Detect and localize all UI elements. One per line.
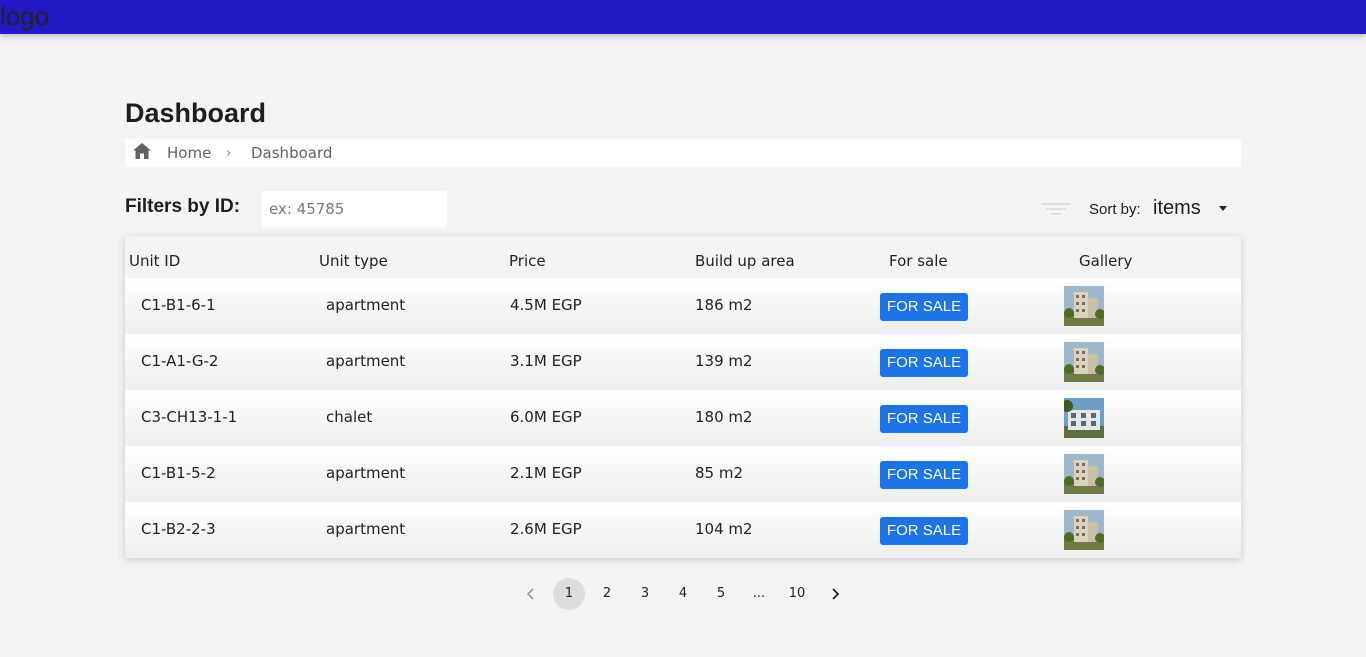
table-row[interactable]: C3-CH13-1-1 chalet 6.0M EGP 180 m2 FOR S… bbox=[125, 390, 1241, 446]
unit-id-cell: C1-A1-G-2 bbox=[141, 352, 219, 370]
building-photo-icon[interactable] bbox=[1064, 454, 1104, 494]
area-cell: 186 m2 bbox=[695, 296, 753, 314]
page-button-1[interactable]: 1 bbox=[553, 578, 585, 610]
page-button-4[interactable]: 4 bbox=[667, 578, 699, 610]
for-sale-badge[interactable]: FOR SALE bbox=[880, 461, 968, 489]
table-row[interactable]: C1-B2-2-3 apartment 2.6M EGP 104 m2 FOR … bbox=[125, 502, 1241, 558]
for-sale-badge[interactable]: FOR SALE bbox=[880, 517, 968, 545]
for-sale-badge[interactable]: FOR SALE bbox=[880, 293, 968, 321]
sort-lines-icon[interactable] bbox=[1041, 202, 1071, 216]
building-photo-icon[interactable] bbox=[1064, 286, 1104, 326]
chalet-photo-icon[interactable] bbox=[1064, 398, 1104, 438]
chevron-left-icon[interactable] bbox=[524, 587, 538, 601]
price-cell: 3.1M EGP bbox=[510, 352, 582, 370]
table-header: Unit ID Unit type Price Build up area Fo… bbox=[125, 236, 1241, 278]
filter-id-input[interactable] bbox=[261, 191, 447, 227]
price-cell: 2.6M EGP bbox=[510, 520, 582, 538]
for-sale-badge[interactable]: FOR SALE bbox=[880, 405, 968, 433]
unit-type-cell: apartment bbox=[326, 464, 406, 482]
unit-type-cell: apartment bbox=[326, 520, 406, 538]
for-sale-badge[interactable]: FOR SALE bbox=[880, 349, 968, 377]
unit-id-cell: C1-B1-6-1 bbox=[141, 296, 216, 314]
unit-type-cell: apartment bbox=[326, 296, 406, 314]
page-button-10[interactable]: 10 bbox=[781, 578, 813, 610]
logo[interactable]: logo bbox=[0, 1, 49, 31]
column-header-unit-id: Unit ID bbox=[129, 252, 181, 270]
unit-id-cell: C1-B1-5-2 bbox=[141, 464, 216, 482]
top-app-bar: logo bbox=[0, 0, 1366, 34]
caret-down-icon[interactable] bbox=[1219, 206, 1227, 211]
page-ellipsis: ... bbox=[752, 586, 766, 601]
sort-label: Sort by: bbox=[1089, 201, 1141, 218]
breadcrumb-separator: › bbox=[226, 146, 232, 161]
column-header-price: Price bbox=[509, 252, 546, 270]
home-icon[interactable] bbox=[133, 143, 151, 159]
price-cell: 6.0M EGP bbox=[510, 408, 582, 426]
unit-type-cell: chalet bbox=[326, 408, 373, 426]
breadcrumb-home-link[interactable]: Home bbox=[167, 143, 211, 163]
building-photo-icon[interactable] bbox=[1064, 342, 1104, 382]
units-table: Unit ID Unit type Price Build up area Fo… bbox=[125, 236, 1241, 558]
area-cell: 104 m2 bbox=[695, 520, 753, 538]
page-button-5[interactable]: 5 bbox=[705, 578, 737, 610]
breadcrumb: Home › Dashboard bbox=[125, 139, 1241, 167]
sort-select-value[interactable]: items bbox=[1153, 197, 1201, 220]
column-header-unit-type: Unit type bbox=[319, 252, 388, 270]
unit-id-cell: C3-CH13-1-1 bbox=[141, 408, 238, 426]
breadcrumb-current: Dashboard bbox=[251, 144, 333, 162]
area-cell: 180 m2 bbox=[695, 408, 753, 426]
table-row[interactable]: C1-B1-5-2 apartment 2.1M EGP 85 m2 FOR S… bbox=[125, 446, 1241, 502]
column-header-build-up-area: Build up area bbox=[695, 252, 795, 270]
pagination: 1 2 3 4 5 ... 10 bbox=[512, 578, 852, 610]
page-button-3[interactable]: 3 bbox=[629, 578, 661, 610]
price-cell: 2.1M EGP bbox=[510, 464, 582, 482]
filter-label: Filters by ID: bbox=[125, 196, 241, 217]
table-row[interactable]: C1-A1-G-2 apartment 3.1M EGP 139 m2 FOR … bbox=[125, 334, 1241, 390]
page-title: Dashboard bbox=[125, 98, 267, 128]
price-cell: 4.5M EGP bbox=[510, 296, 582, 314]
unit-type-cell: apartment bbox=[326, 352, 406, 370]
building-photo-icon[interactable] bbox=[1064, 510, 1104, 550]
chevron-right-icon[interactable] bbox=[828, 587, 842, 601]
column-header-for-sale: For sale bbox=[889, 252, 948, 270]
area-cell: 85 m2 bbox=[695, 464, 744, 482]
area-cell: 139 m2 bbox=[695, 352, 753, 370]
unit-id-cell: C1-B2-2-3 bbox=[141, 520, 216, 538]
table-row[interactable]: C1-B1-6-1 apartment 4.5M EGP 186 m2 FOR … bbox=[125, 278, 1241, 334]
page-button-2[interactable]: 2 bbox=[591, 578, 623, 610]
column-header-gallery: Gallery bbox=[1079, 252, 1133, 270]
